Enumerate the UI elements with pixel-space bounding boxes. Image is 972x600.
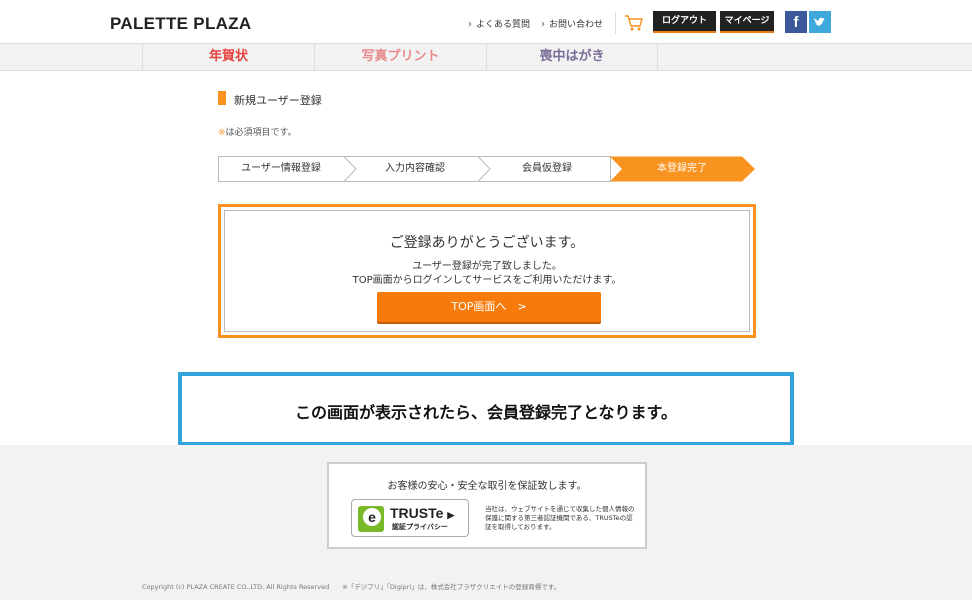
main-nav: 年賀状 写真プリント 喪中はがき xyxy=(0,44,972,71)
logout-button[interactable]: ログアウト xyxy=(653,11,716,33)
twitter-icon[interactable] xyxy=(809,11,831,33)
facebook-icon[interactable]: f xyxy=(785,11,807,33)
required-note-text: は必須項目です。 xyxy=(225,128,297,138)
nav-item-label: 写真プリント xyxy=(361,49,440,64)
trust-title: お客様の安心・安全な取引を保証致します。 xyxy=(387,481,587,492)
faq-link[interactable]: › よくある質問 xyxy=(468,17,530,30)
trust-panel: お客様の安心・安全な取引を保証致します。 e TRUSTe ▶ 認証プライバシー… xyxy=(327,462,647,549)
header-divider xyxy=(615,12,616,34)
faq-link-label: よくある質問 xyxy=(476,20,531,30)
truste-sub: 認証プライバシー xyxy=(392,523,448,531)
contact-link[interactable]: › お問い合わせ xyxy=(541,17,603,30)
completion-box: ご登録ありがとうございます。 ユーザー登録が完了致しました。 TOP画面からログ… xyxy=(218,204,756,338)
nav-item-label: 喪中はがき xyxy=(539,49,605,64)
site-logo[interactable]: PALETTE PLAZA xyxy=(110,14,251,34)
annotation-callout: この画面が表示されたら、会員登録完了となります。 xyxy=(178,372,794,446)
chevron-right-icon: › xyxy=(541,19,545,30)
chevron-right-icon: › xyxy=(468,19,472,30)
mypage-button[interactable]: マイページ xyxy=(720,11,774,33)
nav-item-photo-print[interactable]: 写真プリント xyxy=(314,44,486,71)
nav-item-nengajo[interactable]: 年賀状 xyxy=(142,44,314,71)
required-mark: ※ xyxy=(218,128,226,138)
completion-message-2: TOP画面からログインしてサービスをご利用いただけます。 xyxy=(352,275,622,286)
truste-name-text: TRUSTe xyxy=(390,505,444,521)
truste-name: TRUSTe ▶ xyxy=(390,505,454,521)
page-title: 新規ユーザー登録 xyxy=(234,94,322,107)
completion-message-1: ユーザー登録が完了致しました。 xyxy=(412,261,562,272)
section-marker xyxy=(218,91,226,105)
progress-steps: ユーザー情報登録 入力内容確認 会員仮登録 本登録完了 xyxy=(218,156,758,182)
callout-text: この画面が表示されたら、会員登録完了となります。 xyxy=(295,403,677,422)
site-footer: お客様の安心・安全な取引を保証致します。 e TRUSTe ▶ 認証プライバシー… xyxy=(0,445,972,600)
truste-e-icon: e xyxy=(358,506,384,532)
contact-link-label: お問い合わせ xyxy=(549,20,604,30)
step-user-info: ユーザー情報登録 xyxy=(241,163,321,174)
step-provisional: 会員仮登録 xyxy=(522,163,572,174)
site-header: PALETTE PLAZA › よくある質問 › お問い合わせ ログアウト マイペー… xyxy=(0,0,972,44)
completion-title: ご登録ありがとうございます。 xyxy=(389,235,585,251)
nav-item-label: 年賀状 xyxy=(208,49,248,64)
required-note: ※は必須項目です。 xyxy=(218,125,297,138)
completion-inner: ご登録ありがとうございます。 ユーザー登録が完了致しました。 TOP画面からログ… xyxy=(224,210,750,332)
cart-icon[interactable] xyxy=(624,14,644,32)
truste-description: 当社は、ウェブサイトを通じて収集した個人情報の保護に関する第三者認証機関である、… xyxy=(485,505,635,531)
play-icon: ▶ xyxy=(447,510,455,520)
step-complete: 本登録完了 xyxy=(657,163,707,174)
nav-item-mochu[interactable]: 喪中はがき xyxy=(486,44,658,71)
top-page-button[interactable]: TOP画面へ > xyxy=(377,292,601,322)
step-confirm: 入力内容確認 xyxy=(385,163,445,174)
copyright: Copyright (c) PLAZA CREATE CO.,LTD. All … xyxy=(142,583,561,591)
truste-badge[interactable]: e TRUSTe ▶ 認証プライバシー xyxy=(351,499,469,537)
